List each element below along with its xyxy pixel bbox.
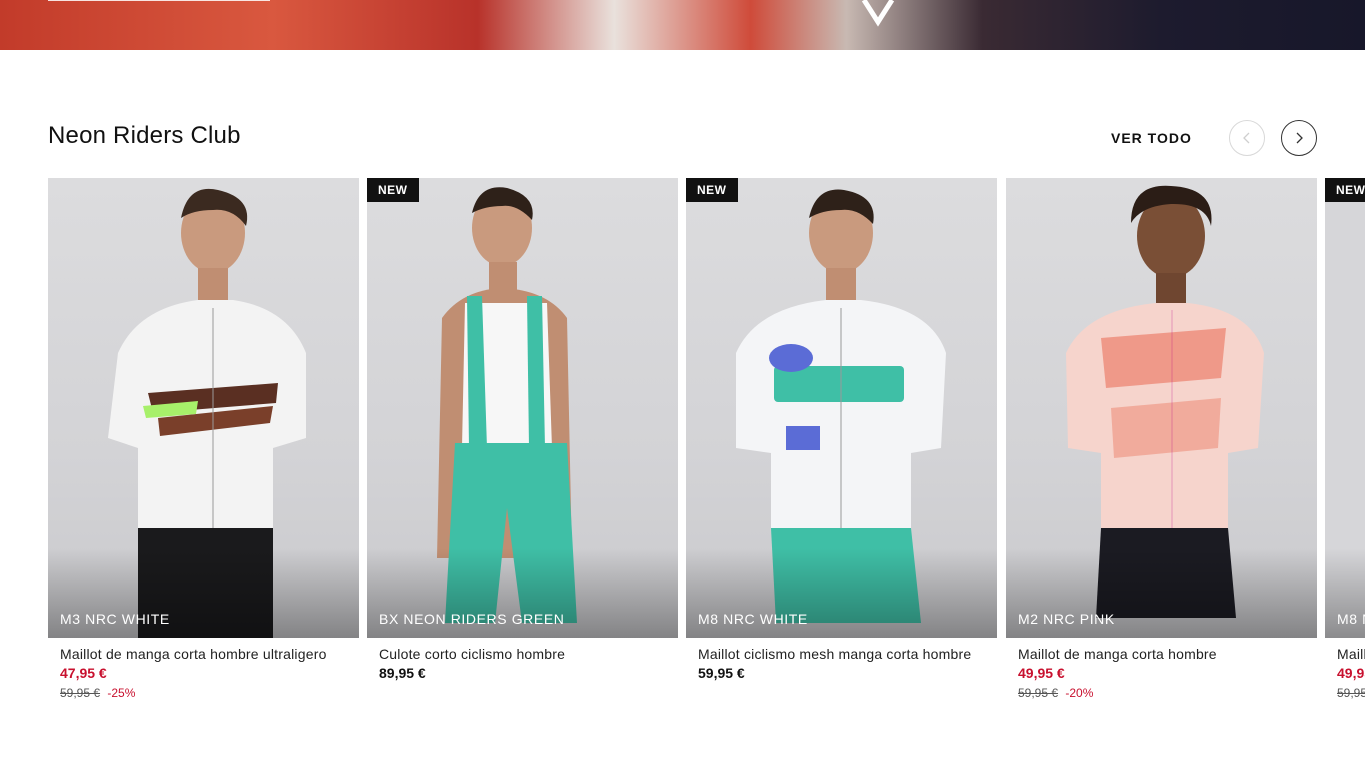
product-description[interactable]: Maillot (1337, 646, 1365, 662)
carousel-prev-button[interactable] (1229, 120, 1265, 156)
product-image[interactable]: NEW M8 NRC WHITE (686, 178, 997, 638)
discount-badge: -20% (1065, 686, 1094, 700)
model-partial-illustration (1325, 178, 1365, 638)
model-green-bibshorts-illustration (437, 187, 577, 623)
old-price: 59,95 € (60, 686, 101, 700)
product-name: BX NEON RIDERS GREEN (379, 611, 565, 627)
price-comparison: 59,95 € -25% (60, 686, 359, 700)
hero-banner-bottom (0, 0, 1365, 50)
product-image[interactable]: NEW BX NEON RIDERS GREEN (367, 178, 678, 638)
model-pink-jersey-illustration (1066, 185, 1264, 618)
product-image[interactable]: NEW M8 NRC (1325, 178, 1365, 638)
product-price: 89,95 € (379, 665, 426, 681)
product-card[interactable]: NEW BX NEON RIDERS GREEN Culote corto ci… (367, 178, 678, 681)
new-badge: NEW (367, 178, 419, 202)
product-image[interactable]: M3 NRC WHITE (48, 178, 359, 638)
chevron-left-icon (1243, 132, 1250, 144)
product-card[interactable]: M2 NRC PINK Maillot de manga corta hombr… (1006, 178, 1317, 700)
product-carousel: M3 NRC WHITE Maillot de manga corta homb… (48, 178, 1365, 718)
price-comparison: 59,95 € -20% (1018, 686, 1317, 700)
price-comparison: 59,95 € (1337, 686, 1365, 700)
product-card[interactable]: M3 NRC WHITE Maillot de manga corta homb… (48, 178, 359, 700)
view-all-link[interactable]: VER TODO (1111, 130, 1192, 146)
product-name: M8 NRC WHITE (698, 611, 808, 627)
product-price: 49,95 € (1018, 665, 1065, 681)
model-white-jersey-illustration (108, 188, 306, 638)
product-description[interactable]: Maillot de manga corta hombre (1018, 646, 1301, 662)
product-description[interactable]: Maillot ciclismo mesh manga corta hombre (698, 646, 981, 662)
product-price: 59,95 € (698, 665, 745, 681)
product-card[interactable]: NEW M8 NRC Maillot 49,95 € 59,95 € (1325, 178, 1365, 700)
chevron-right-icon (1296, 132, 1303, 144)
new-badge: NEW (1325, 178, 1365, 202)
hero-button-edge[interactable] (48, 0, 270, 1)
product-price: 49,95 € (1337, 665, 1365, 681)
product-name: M8 NRC (1337, 611, 1365, 627)
product-price: 47,95 € (60, 665, 107, 681)
model-white-mesh-jersey-illustration (736, 189, 946, 623)
old-price: 59,95 € (1337, 686, 1365, 700)
section-title: Neon Riders Club (48, 122, 241, 149)
new-badge: NEW (686, 178, 738, 202)
product-card[interactable]: NEW M8 NRC WHITE Maillot ciclismo mesh m… (686, 178, 997, 681)
carousel-next-button[interactable] (1281, 120, 1317, 156)
product-name: M2 NRC PINK (1018, 611, 1115, 627)
product-description[interactable]: Maillot de manga corta hombre ultraliger… (60, 646, 343, 662)
product-name: M3 NRC WHITE (60, 611, 170, 627)
product-description[interactable]: Culote corto ciclismo hombre (379, 646, 662, 662)
old-price: 59,95 € (1018, 686, 1059, 700)
product-image[interactable]: M2 NRC PINK (1006, 178, 1317, 638)
jersey-detail-graphic (861, 0, 895, 27)
discount-badge: -25% (107, 686, 136, 700)
